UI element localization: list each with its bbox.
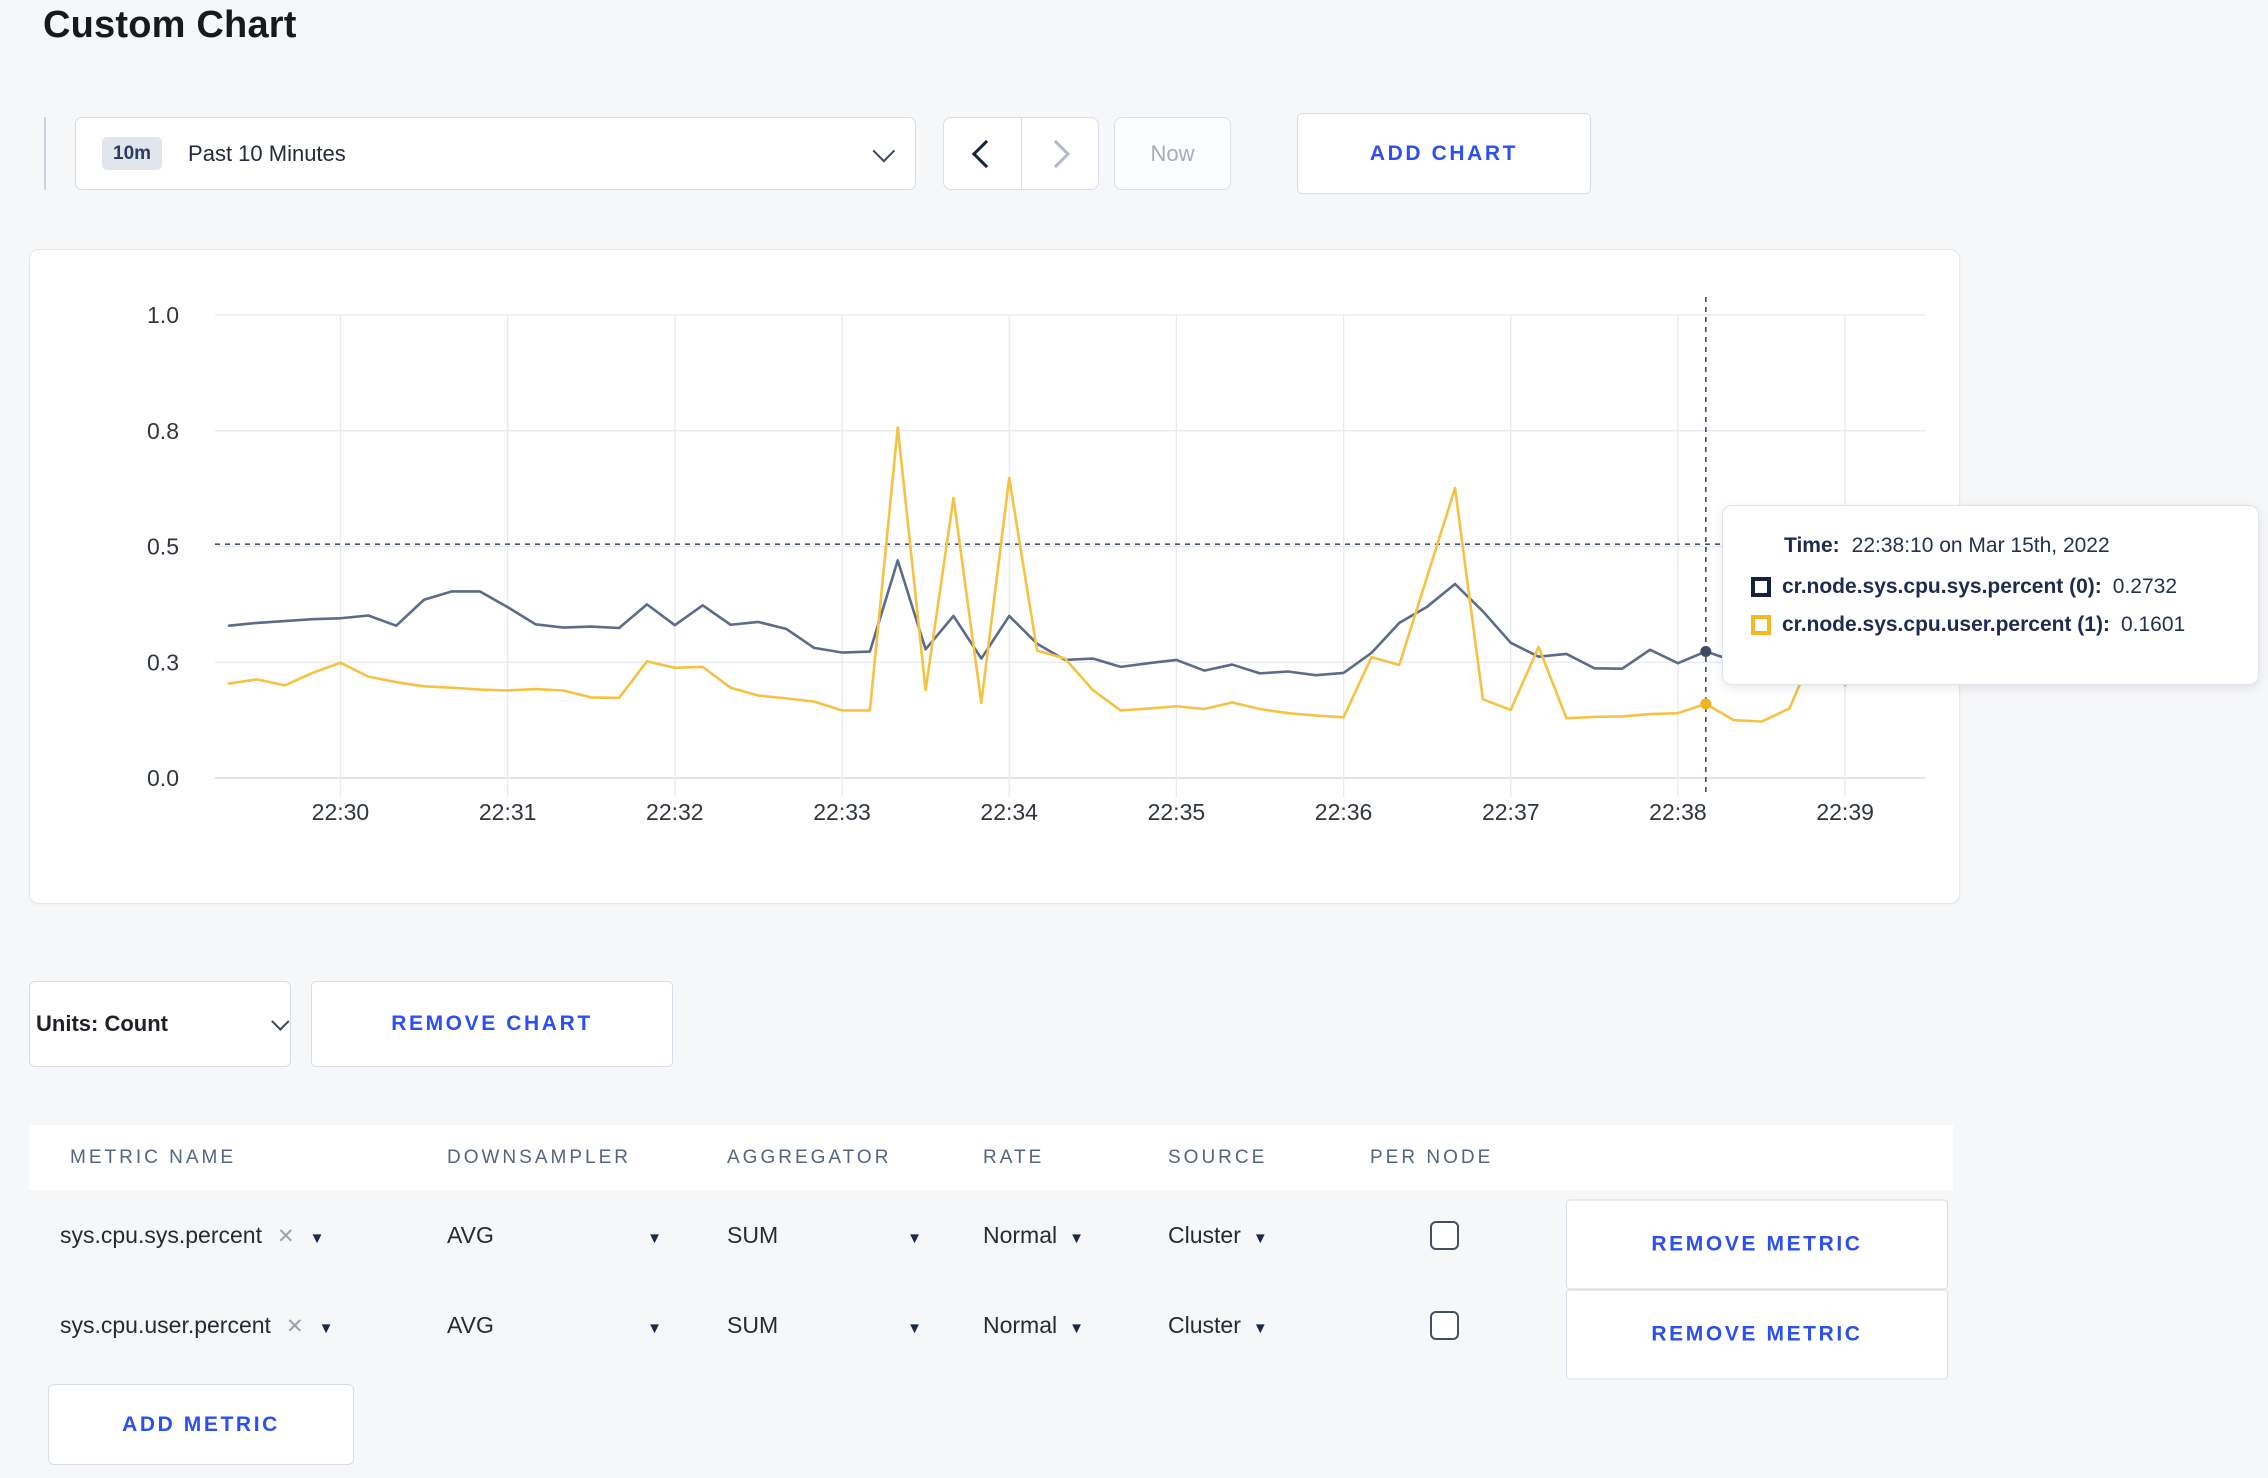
- caret-down-icon: [647, 1312, 662, 1339]
- aggregator-select[interactable]: SUM: [727, 1222, 922, 1249]
- chevron-left-icon: [972, 139, 1001, 168]
- time-window-label: Past 10 Minutes: [188, 140, 346, 166]
- metrics-table: METRIC NAME DOWNSAMPLER AGGREGATOR RATE …: [29, 1125, 1953, 1380]
- source-select[interactable]: Cluster: [1168, 1312, 1370, 1339]
- column-header: METRIC NAME: [70, 1146, 236, 1168]
- time-window-select[interactable]: 10m Past 10 Minutes: [75, 117, 916, 190]
- svg-text:22:39: 22:39: [1816, 799, 1874, 825]
- svg-text:22:30: 22:30: [312, 799, 370, 825]
- tooltip-time-row: Time: 22:38:10 on Mar 15th, 2022: [1784, 534, 2238, 558]
- svg-text:1.0: 1.0: [147, 302, 179, 328]
- caret-down-icon: [1253, 1312, 1268, 1339]
- aggregator-value: SUM: [727, 1221, 779, 1248]
- tooltip-series-row: cr.node.sys.cpu.user.percent (1): 0.1601: [1751, 613, 2238, 637]
- units-label: Units: Count: [36, 1011, 168, 1036]
- aggregator-value: SUM: [727, 1311, 779, 1338]
- svg-text:22:33: 22:33: [813, 799, 871, 825]
- svg-text:22:31: 22:31: [479, 799, 537, 825]
- caret-down-icon: [907, 1312, 922, 1339]
- rate-value: Normal: [983, 1311, 1058, 1338]
- metric-row: sys.cpu.user.percent AVG SUM Normal Clus…: [29, 1280, 1953, 1380]
- units-select[interactable]: Units: Count: [29, 981, 291, 1067]
- tooltip-series-label: cr.node.sys.cpu.user.percent (1):: [1782, 613, 2110, 636]
- caret-down-icon: [319, 1312, 334, 1339]
- per-node-cell: [1370, 1310, 1566, 1340]
- prev-range-button[interactable]: [944, 118, 1022, 189]
- source-value: Cluster: [1168, 1311, 1241, 1338]
- time-window-badge: 10m: [102, 137, 163, 170]
- aggregator-select[interactable]: SUM: [727, 1312, 922, 1339]
- rate-value: Normal: [983, 1221, 1058, 1248]
- downsampler-select[interactable]: AVG: [447, 1222, 662, 1249]
- caret-down-icon: [1069, 1312, 1084, 1339]
- chevron-right-icon: [1041, 139, 1070, 168]
- metric-name-value: sys.cpu.sys.percent: [60, 1221, 262, 1248]
- svg-text:0.3: 0.3: [147, 649, 179, 675]
- downsampler-value: AVG: [447, 1311, 494, 1338]
- caret-down-icon: [647, 1222, 662, 1249]
- column-header: DOWNSAMPLER: [447, 1146, 631, 1168]
- source-value: Cluster: [1168, 1221, 1241, 1248]
- rate-select[interactable]: Normal: [983, 1312, 1168, 1339]
- chevron-down-icon: [872, 139, 896, 162]
- remove-metric-cell: REMOVE METRIC: [1566, 1280, 1948, 1380]
- caret-down-icon: [907, 1222, 922, 1249]
- remove-metric-button[interactable]: REMOVE METRIC: [1566, 1199, 1948, 1290]
- tooltip-time-label: Time:: [1784, 534, 1840, 557]
- metrics-table-header: METRIC NAME DOWNSAMPLER AGGREGATOR RATE …: [29, 1125, 1953, 1190]
- close-icon[interactable]: [286, 1312, 304, 1339]
- tooltip-time-value: 22:38:10 on Mar 15th, 2022: [1851, 534, 2110, 557]
- tooltip-series-row: cr.node.sys.cpu.sys.percent (0): 0.2732: [1751, 575, 2238, 599]
- per-node-cell: [1370, 1220, 1566, 1250]
- source-select[interactable]: Cluster: [1168, 1222, 1370, 1249]
- per-node-checkbox[interactable]: [1430, 1310, 1459, 1340]
- time-nav-group: [943, 117, 1099, 190]
- tooltip-series-value: 0.2732: [2112, 575, 2178, 598]
- chevron-down-icon: [271, 1011, 290, 1031]
- tooltip-series-value: 0.1601: [2120, 613, 2186, 636]
- metric-name-value: sys.cpu.user.percent: [60, 1311, 271, 1338]
- svg-text:0.8: 0.8: [147, 418, 179, 444]
- now-button[interactable]: Now: [1114, 117, 1231, 190]
- per-node-checkbox[interactable]: [1430, 1220, 1459, 1250]
- close-icon[interactable]: [277, 1222, 295, 1249]
- svg-text:22:35: 22:35: [1148, 799, 1206, 825]
- column-header: SOURCE: [1168, 1146, 1268, 1168]
- remove-chart-button[interactable]: REMOVE CHART: [311, 981, 673, 1067]
- column-header: PER NODE: [1370, 1146, 1494, 1168]
- metric-name-select[interactable]: sys.cpu.sys.percent: [29, 1222, 447, 1249]
- tooltip-series-label: cr.node.sys.cpu.sys.percent (0):: [1782, 575, 2102, 598]
- remove-metric-button[interactable]: REMOVE METRIC: [1566, 1289, 1948, 1380]
- svg-text:0.5: 0.5: [147, 534, 179, 560]
- downsampler-select[interactable]: AVG: [447, 1312, 662, 1339]
- caret-down-icon: [1069, 1222, 1084, 1249]
- svg-text:22:36: 22:36: [1315, 799, 1373, 825]
- series-swatch-icon: [1751, 577, 1771, 597]
- add-metric-button[interactable]: ADD METRIC: [48, 1384, 354, 1465]
- metric-row: sys.cpu.sys.percent AVG SUM Normal Clust…: [29, 1190, 1953, 1290]
- downsampler-value: AVG: [447, 1221, 494, 1248]
- series-swatch-icon: [1751, 615, 1771, 635]
- svg-text:22:37: 22:37: [1482, 799, 1540, 825]
- chart-svg[interactable]: 0.0 0.3 0.5 0.8 1.0 22:30 22:31 22:32 22:33 22:34…: [29, 249, 1960, 904]
- svg-text:22:32: 22:32: [646, 799, 704, 825]
- toolbar-divider: [44, 117, 46, 190]
- svg-text:22:38: 22:38: [1649, 799, 1707, 825]
- rate-select[interactable]: Normal: [983, 1222, 1168, 1249]
- custom-chart-page: Custom Chart 10m Past 10 Minutes Now ADD…: [0, 0, 2268, 1478]
- caret-down-icon: [1253, 1222, 1268, 1249]
- caret-down-icon: [310, 1222, 325, 1249]
- remove-metric-cell: REMOVE METRIC: [1566, 1190, 1948, 1290]
- svg-text:0.0: 0.0: [147, 765, 179, 791]
- page-title: Custom Chart: [43, 4, 297, 46]
- chart-tooltip: Time: 22:38:10 on Mar 15th, 2022 cr.node…: [1722, 505, 2259, 685]
- metric-name-select[interactable]: sys.cpu.user.percent: [29, 1312, 447, 1339]
- svg-text:22:34: 22:34: [980, 799, 1038, 825]
- column-header: RATE: [983, 1146, 1045, 1168]
- next-range-button[interactable]: [1022, 118, 1099, 189]
- add-chart-button[interactable]: ADD CHART: [1297, 113, 1591, 194]
- column-header: AGGREGATOR: [727, 1146, 892, 1168]
